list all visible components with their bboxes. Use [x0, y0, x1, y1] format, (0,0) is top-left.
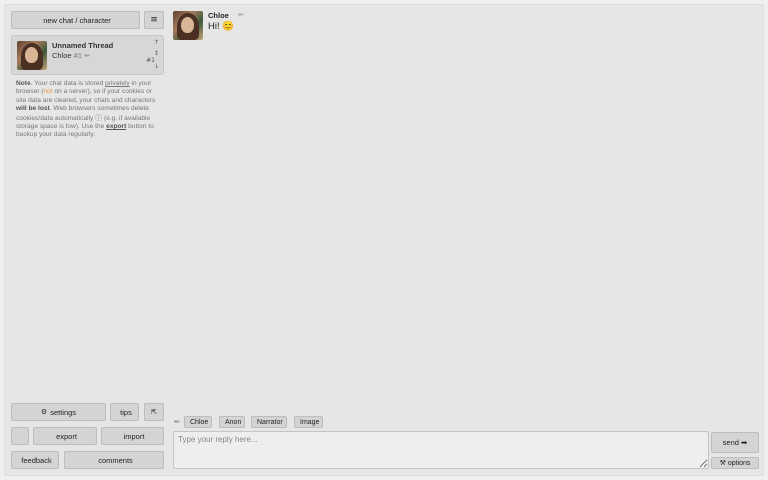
thread-character-name: Chloe: [52, 51, 72, 60]
menu-icon: ≡: [150, 15, 158, 25]
chip-chloe[interactable]: Chloe: [184, 416, 213, 428]
thread-card[interactable]: Unnamed Thread Chloe #1 ✏ ↑ ↕ #1 ↓: [11, 35, 164, 75]
move-down-icon[interactable]: ↓: [154, 63, 159, 70]
send-button[interactable]: send ➡: [711, 432, 759, 453]
message-text: Hi! 😊: [208, 21, 235, 32]
settings-label: settings: [50, 407, 77, 417]
storage-note: Note. Your chat data is stored privately…: [16, 80, 162, 140]
chip-anon[interactable]: Anon: [219, 416, 246, 428]
comments-label: comments: [98, 455, 133, 465]
export-label: export: [56, 431, 77, 441]
pencil-icon[interactable]: ✏: [174, 418, 180, 426]
menu-button[interactable]: ≡: [144, 11, 164, 29]
comments-button[interactable]: comments: [64, 451, 164, 469]
edit-message-icon[interactable]: ✏: [238, 11, 244, 19]
chip-anon-label: Anon: [225, 418, 242, 426]
move-up-icon[interactable]: ↑: [154, 39, 159, 46]
options-label: ⚒ options: [719, 460, 751, 467]
tips-button[interactable]: tips: [110, 403, 139, 421]
will-be-lost: will be lost: [16, 105, 50, 113]
character-avatar: [17, 41, 47, 70]
import-label: import: [123, 431, 145, 441]
export-button[interactable]: export: [33, 427, 97, 445]
thread-id: #1: [73, 51, 83, 60]
chip-image-label: Image: [300, 418, 320, 426]
collapse-sidebar-button[interactable]: ⇱: [144, 403, 164, 421]
edit-thread-icon[interactable]: ✏: [84, 52, 90, 60]
not-word: not: [43, 88, 53, 96]
note-text-1: . Your chat data is stored: [30, 80, 106, 87]
new-chat-button[interactable]: new chat / character: [11, 11, 140, 29]
options-button[interactable]: ⚒ options: [711, 457, 759, 469]
tips-label: tips: [120, 407, 132, 417]
message-avatar: [173, 11, 203, 40]
reorder-icon[interactable]: ↕: [154, 50, 159, 57]
thread-title: Unnamed Thread: [52, 41, 114, 50]
small-icon-button[interactable]: [11, 427, 29, 445]
chip-image[interactable]: Image: [294, 416, 324, 428]
feedback-button[interactable]: feedback: [11, 451, 59, 469]
privately-link[interactable]: privately: [105, 80, 130, 87]
note-label: Note: [16, 80, 31, 87]
send-label: send ➡: [722, 438, 748, 447]
collapse-icon: ⇱: [151, 408, 157, 416]
message-author: Chloe: [208, 11, 229, 20]
new-chat-label: new chat / character: [43, 15, 111, 25]
reply-input[interactable]: [173, 431, 709, 469]
chip-chloe-label: Chloe: [190, 418, 209, 426]
feedback-label: feedback: [21, 455, 52, 465]
settings-button[interactable]: ⚙ settings: [11, 403, 106, 421]
chip-narrator-label: Narrator: [257, 418, 283, 426]
chip-narrator[interactable]: Narrator: [251, 416, 287, 428]
export-link[interactable]: export: [106, 123, 126, 130]
gear-icon: ⚙: [40, 408, 48, 416]
thread-subtitle: Chloe #1 ✏: [52, 51, 90, 60]
app-frame: new chat / character ≡ Unnamed Thread Ch…: [4, 4, 764, 476]
import-button[interactable]: import: [101, 427, 164, 445]
